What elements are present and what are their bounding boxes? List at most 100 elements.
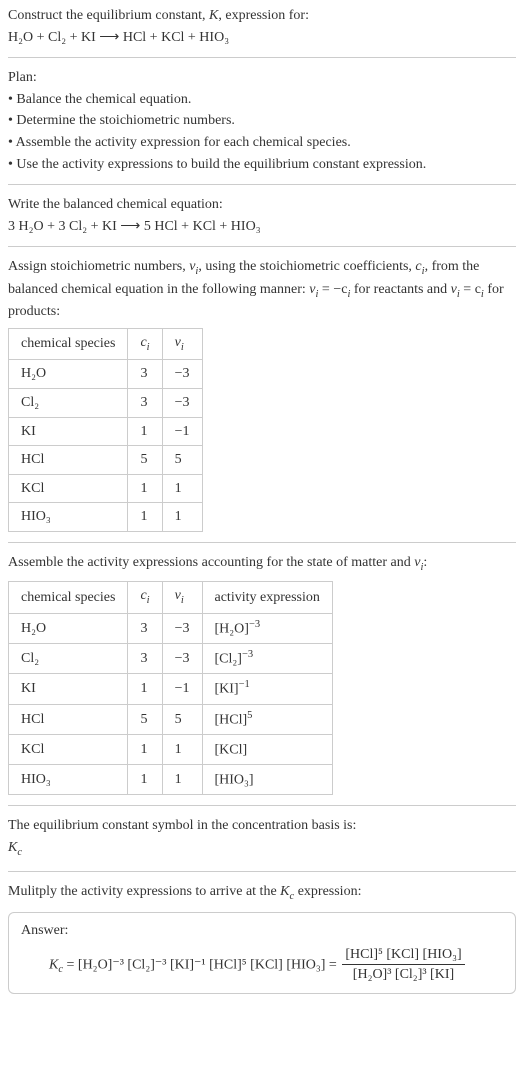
cell-c: 5	[128, 446, 162, 475]
cell-nu: −1	[162, 417, 202, 446]
cell-nu: 1	[162, 474, 202, 503]
kc-symbol: Kc	[8, 838, 516, 860]
cell-activity: [HCl]5	[202, 704, 332, 734]
subscript-i: i	[181, 342, 184, 353]
cell-nu: 1	[162, 765, 202, 795]
cell-nu: 5	[162, 446, 202, 475]
cell-c: 1	[128, 674, 162, 704]
cell-activity: [Cl₂]−3	[202, 644, 332, 674]
header-line1: Construct the equilibrium constant, K, e…	[8, 6, 516, 26]
base: [HCl]	[215, 712, 248, 727]
cell-nu: 1	[162, 503, 202, 532]
col-c: ci	[128, 582, 162, 613]
cell-c: 1	[128, 765, 162, 795]
stoich-block: Assign stoichiometric numbers, νi , using…	[8, 257, 516, 532]
balanced-equation: 3 H₂O + 3 Cl₂ + KI ⟶ 5 HCl + KCl + HIO₃	[8, 217, 516, 237]
text: for reactants and	[350, 282, 450, 297]
kc-text: The equilibrium constant symbol in the c…	[8, 816, 516, 836]
base: [HIO₃]	[215, 773, 254, 788]
table-row: Cl₂3−3[Cl₂]−3	[9, 644, 333, 674]
K-symbol: K	[49, 957, 58, 972]
cell-species: KI	[9, 674, 128, 704]
table-row: KCl11[KCl]	[9, 734, 333, 764]
cell-activity: [KI]−1	[202, 674, 332, 704]
cell-c: 3	[128, 613, 162, 643]
cell-nu: 1	[162, 734, 202, 764]
stoich-text: Assign stoichiometric numbers, νi, using…	[8, 257, 516, 322]
text: :	[423, 555, 427, 570]
table-row: HCl55[HCl]5	[9, 704, 333, 734]
subscript-i: i	[147, 595, 150, 606]
col-nu: νi	[162, 328, 202, 359]
plan-block: Plan: • Balance the chemical equation. •…	[8, 68, 516, 174]
cell-species: HIO₃	[9, 765, 128, 795]
exp: −3	[242, 649, 253, 660]
plan-title: Plan:	[8, 68, 516, 88]
cell-activity: [KCl]	[202, 734, 332, 764]
table-row: KCl11	[9, 474, 203, 503]
plan-item: • Assemble the activity expression for e…	[8, 133, 516, 153]
subscript-i: i	[181, 595, 184, 606]
plan-item: • Balance the chemical equation.	[8, 90, 516, 110]
table-row: H₂O3−3[H₂O]−3	[9, 613, 333, 643]
text: , using the stoichiometric coefficients,	[198, 259, 415, 274]
text: Construct the equilibrium constant,	[8, 8, 209, 23]
activity-table: chemical species ci νi activity expressi…	[8, 581, 333, 795]
unbalanced-equation: H₂O + Cl₂ + KI ⟶ HCl + KCl + HIO₃	[8, 28, 516, 48]
denominator: [H₂O]³ [Cl₂]³ [KI]	[342, 965, 464, 985]
cell-species: KCl	[9, 474, 128, 503]
cell-species: KCl	[9, 734, 128, 764]
kc-symbol-block: The equilibrium constant symbol in the c…	[8, 816, 516, 860]
table-row: Cl₂3−3	[9, 388, 203, 417]
base: [KI]	[215, 682, 239, 697]
answer-equation: Kc = [H₂O]⁻³ [Cl₂]⁻³ [KI]⁻¹ [HCl]⁵ [KCl]…	[21, 945, 503, 985]
fraction: [HCl]⁵ [KCl] [HIO₃][H₂O]³ [Cl₂]³ [KI]	[342, 945, 464, 985]
cell-c: 3	[128, 360, 162, 389]
answer-label: Answer:	[21, 921, 503, 941]
cell-nu: −1	[162, 674, 202, 704]
table-row: HIO₃11	[9, 503, 203, 532]
table-row: KI1−1	[9, 417, 203, 446]
text: expression:	[294, 884, 361, 899]
multiply-text: Mulitply the activity expressions to arr…	[8, 882, 516, 904]
base: [H₂O]	[215, 622, 249, 637]
text: , expression for:	[218, 8, 309, 23]
balanced-block: Write the balanced chemical equation: 3 …	[8, 195, 516, 236]
table-row: HCl55	[9, 446, 203, 475]
K-symbol: K	[209, 8, 218, 23]
plan-item: • Use the activity expressions to build …	[8, 155, 516, 175]
cell-nu: −3	[162, 360, 202, 389]
divider	[8, 542, 516, 543]
divider	[8, 805, 516, 806]
col-species: chemical species	[9, 582, 128, 613]
activity-block: Assemble the activity expressions accoun…	[8, 553, 516, 795]
table-row: KI1−1[KI]−1	[9, 674, 333, 704]
plan-item: • Determine the stoichiometric numbers.	[8, 111, 516, 131]
cell-species: HCl	[9, 704, 128, 734]
cell-nu: −3	[162, 388, 202, 417]
subscript-c: c	[17, 847, 22, 858]
cell-nu: −3	[162, 613, 202, 643]
cell-activity: [HIO₃]	[202, 765, 332, 795]
eq-left: = [H₂O]⁻³ [Cl₂]⁻³ [KI]⁻¹ [HCl]⁵ [KCl] [H…	[63, 957, 340, 972]
subscript-i: i	[147, 342, 150, 353]
col-activity: activity expression	[202, 582, 332, 613]
cell-species: H₂O	[9, 360, 128, 389]
cell-species: Cl₂	[9, 644, 128, 674]
cell-species: Cl₂	[9, 388, 128, 417]
answer-box: Answer: Kc = [H₂O]⁻³ [Cl₂]⁻³ [KI]⁻¹ [HCl…	[8, 912, 516, 994]
K-symbol: K	[8, 840, 17, 855]
text: Assign stoichiometric numbers,	[8, 259, 189, 274]
cell-c: 3	[128, 388, 162, 417]
col-species: chemical species	[9, 328, 128, 359]
text: = −c	[318, 282, 347, 297]
cell-c: 1	[128, 474, 162, 503]
cell-nu: 5	[162, 704, 202, 734]
activity-text: Assemble the activity expressions accoun…	[8, 553, 516, 575]
table-header-row: chemical species ci νi activity expressi…	[9, 582, 333, 613]
balanced-label: Write the balanced chemical equation:	[8, 195, 516, 215]
table-header-row: chemical species ci νi	[9, 328, 203, 359]
multiply-block: Mulitply the activity expressions to arr…	[8, 882, 516, 994]
cell-species: H₂O	[9, 613, 128, 643]
cell-c: 1	[128, 417, 162, 446]
